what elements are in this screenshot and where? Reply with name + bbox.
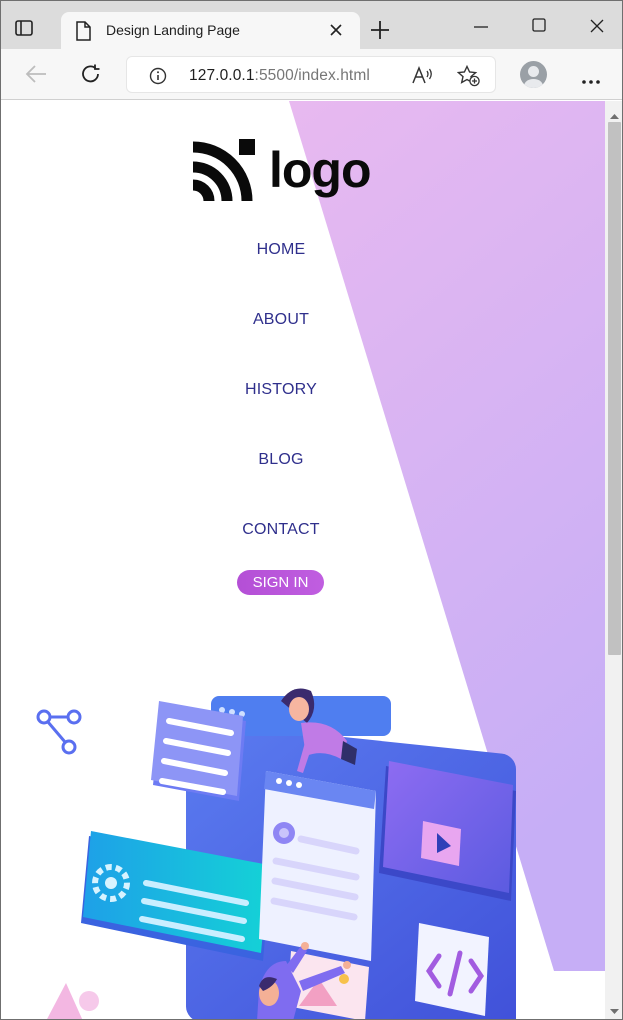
close-icon[interactable] [327,21,345,44]
logo-text: logo [269,142,372,198]
nav-about[interactable]: ABOUT [1,311,561,329]
logo-mark-icon [193,139,255,201]
address-toolbar: 127.0.0.1:5500/index.html [1,49,622,100]
browser-window: Design Landing Page 127.0.0.1:5500/index… [0,0,623,1020]
back-icon[interactable] [24,64,48,89]
favorites-icon[interactable] [456,64,481,92]
url-text[interactable]: 127.0.0.1:5500/index.html [189,67,370,85]
document-card [259,771,376,961]
nav-history[interactable]: HISTORY [1,381,561,399]
maximize-icon[interactable] [531,17,547,38]
tab-title: Design Landing Page [106,22,240,38]
profile-avatar[interactable] [520,61,547,88]
scroll-down-arrow-icon[interactable] [609,1003,620,1019]
minimize-icon[interactable] [472,17,490,40]
tab-actions-icon[interactable] [11,15,37,41]
list-card [151,701,246,801]
sign-in-button[interactable]: SIGN IN [237,570,324,595]
code-card [415,923,489,1016]
scrollbar-thumb[interactable] [608,122,621,655]
page-viewport: logo HOME ABOUT HISTORY BLOG CONTACT SIG… [1,101,605,1019]
tab-strip: Design Landing Page [1,1,622,49]
vertical-scrollbar[interactable] [605,101,622,1019]
site-logo[interactable]: logo [193,139,372,201]
decor-shapes [47,983,99,1019]
url-path: :5500/index.html [254,67,370,84]
address-bar[interactable]: 127.0.0.1:5500/index.html [126,56,496,93]
active-tab[interactable]: Design Landing Page [61,12,360,49]
nav-contact[interactable]: CONTACT [1,521,561,539]
read-aloud-icon[interactable] [412,65,434,89]
nav-home[interactable]: HOME [1,241,561,259]
window-close-icon[interactable] [588,17,606,40]
hero-illustration [36,688,516,1019]
more-menu-icon[interactable] [581,72,601,90]
document-icon [75,21,91,46]
new-tab-icon[interactable] [369,19,391,46]
info-icon[interactable] [149,67,167,90]
refresh-icon[interactable] [80,63,102,90]
nav-blog[interactable]: BLOG [1,451,561,469]
url-host: 127.0.0.1 [189,67,255,84]
share-network-icon [36,709,82,755]
